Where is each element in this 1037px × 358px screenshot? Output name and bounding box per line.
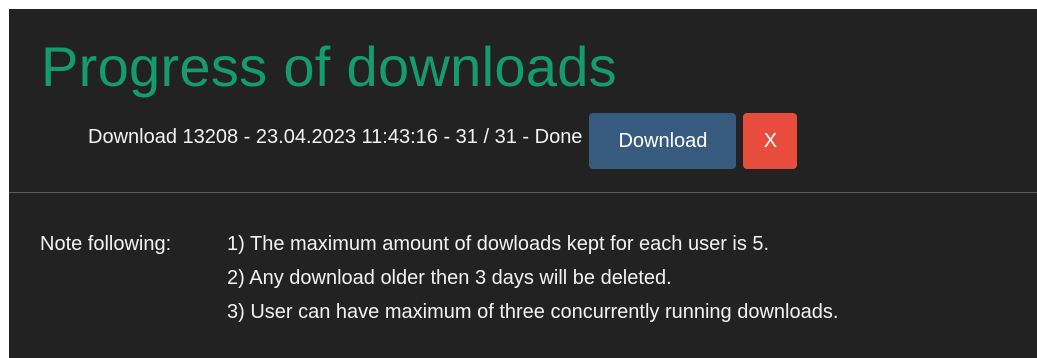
download-button[interactable]: Download [589,113,737,169]
downloads-panel: Progress of downloads Download 13208 - 2… [9,9,1037,358]
delete-download-button[interactable]: X [743,113,798,169]
notes-label: Note following: [40,233,172,255]
download-entry: Download 13208 - 23.04.2023 11:43:16 - 3… [88,113,798,169]
notes-list: 1) The maximum amount of dowloads kept f… [227,227,838,329]
page-title: Progress of downloads [41,35,617,98]
note-item: 1) The maximum amount of dowloads kept f… [227,233,770,255]
note-item: 2) Any download older then 3 days will b… [227,267,672,289]
note-item: 3) User can have maximum of three concur… [227,301,839,323]
download-status-text: Download 13208 - 23.04.2023 11:43:16 - 3… [88,126,583,148]
divider [9,192,1037,193]
